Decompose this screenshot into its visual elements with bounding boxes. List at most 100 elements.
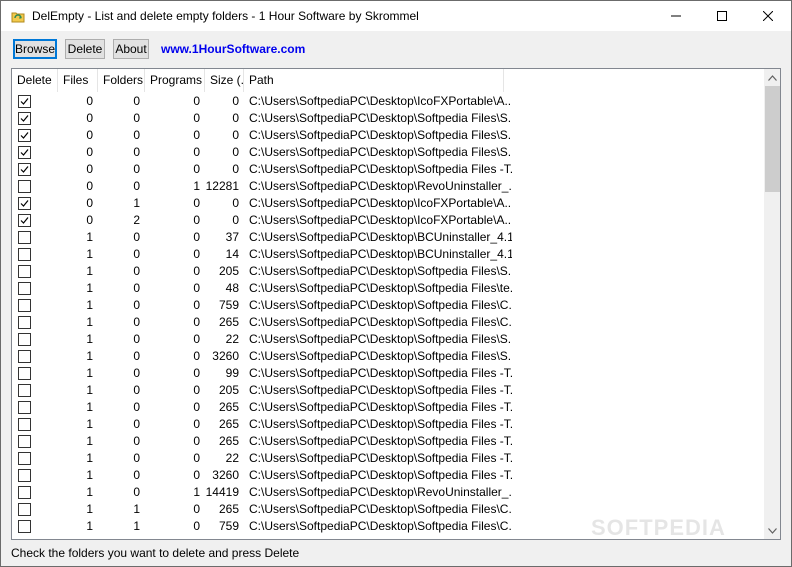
table-row[interactable]: 0 0 1 12281 C:\Users\SoftpediaPC\Desktop\Rev… xyxy=(12,178,764,195)
table-row[interactable]: 0 0 0 0 C:\Users\SoftpediaPC\Desktop\Softped… xyxy=(12,161,764,178)
delete-checkbox[interactable] xyxy=(18,520,31,533)
delete-checkbox[interactable] xyxy=(18,112,31,125)
column-header-folders[interactable]: Folders xyxy=(98,69,145,92)
cell-folders: 0 xyxy=(133,383,140,397)
table-row[interactable]: 1 0 0 265 C:\Users\SoftpediaPC\Desktop\Softp… xyxy=(12,416,764,433)
table-row[interactable]: 1 0 1 14419 C:\Users\SoftpediaPC\Desktop\Rev… xyxy=(12,484,764,501)
table-row[interactable]: 1 0 0 22 C:\Users\SoftpediaPC\Desktop\Softpe… xyxy=(12,331,764,348)
checkmark-icon xyxy=(20,166,29,173)
cell-size: 48 xyxy=(225,281,239,295)
table-row[interactable]: 1 0 0 205 C:\Users\SoftpediaPC\Desktop\Softp… xyxy=(12,382,764,399)
delete-checkbox[interactable] xyxy=(18,333,31,346)
delete-checkbox[interactable] xyxy=(18,384,31,397)
cell-path: C:\Users\SoftpediaPC\Desktop\Softpedia F… xyxy=(249,332,512,346)
about-button[interactable]: About xyxy=(113,39,149,59)
table-row[interactable]: 0 1 0 0 C:\Users\SoftpediaPC\Desktop\IcoFXPo… xyxy=(12,195,764,212)
cell-programs: 0 xyxy=(193,94,200,108)
table-row[interactable]: 1 0 0 22 C:\Users\SoftpediaPC\Desktop\Softpe… xyxy=(12,450,764,467)
minimize-button[interactable] xyxy=(653,1,699,31)
cell-path: C:\Users\SoftpediaPC\Desktop\IcoFXPortab… xyxy=(249,94,512,108)
delete-checkbox[interactable] xyxy=(18,435,31,448)
cell-size: 265 xyxy=(218,400,239,414)
table-row[interactable]: 1 0 0 265 C:\Users\SoftpediaPC\Desktop\Softp… xyxy=(12,433,764,450)
delete-checkbox[interactable] xyxy=(18,299,31,312)
cell-size: 205 xyxy=(218,383,239,397)
cell-files: 1 xyxy=(86,400,93,414)
delete-checkbox[interactable] xyxy=(18,350,31,363)
column-header-files[interactable]: Files xyxy=(58,69,98,92)
delete-checkbox[interactable] xyxy=(18,401,31,414)
column-header-programs[interactable]: Programs xyxy=(145,69,205,92)
cell-path: C:\Users\SoftpediaPC\Desktop\Softpedia F… xyxy=(249,502,512,516)
table-row[interactable]: 1 0 0 3260 C:\Users\SoftpediaPC\Desktop\Soft… xyxy=(12,467,764,484)
delete-checkbox[interactable] xyxy=(18,146,31,159)
website-link[interactable]: www.1HourSoftware.com xyxy=(161,42,305,56)
table-row[interactable]: 1 0 0 265 C:\Users\SoftpediaPC\Desktop\Softp… xyxy=(12,399,764,416)
table-row[interactable]: 1 0 0 48 C:\Users\SoftpediaPC\Desktop\Softpe… xyxy=(12,280,764,297)
table-row[interactable]: 1 0 0 265 C:\Users\SoftpediaPC\Desktop\Softp… xyxy=(12,314,764,331)
cell-size: 0 xyxy=(232,196,239,210)
cell-size: 37 xyxy=(225,230,239,244)
delete-checkbox[interactable] xyxy=(18,282,31,295)
checkmark-icon xyxy=(20,149,29,156)
delete-checkbox[interactable] xyxy=(18,95,31,108)
cell-folders: 0 xyxy=(133,417,140,431)
cell-programs: 0 xyxy=(193,349,200,363)
delete-checkbox[interactable] xyxy=(18,180,31,193)
table-row[interactable]: 0 0 0 0 C:\Users\SoftpediaPC\Desktop\Softped… xyxy=(12,144,764,161)
cell-folders: 0 xyxy=(133,298,140,312)
cell-files: 1 xyxy=(86,349,93,363)
cell-files: 1 xyxy=(86,434,93,448)
delete-checkbox[interactable] xyxy=(18,452,31,465)
close-button[interactable] xyxy=(745,1,791,31)
close-icon xyxy=(763,11,773,21)
delete-checkbox[interactable] xyxy=(18,486,31,499)
column-header-delete[interactable]: Delete xyxy=(12,69,58,92)
cell-folders: 0 xyxy=(133,128,140,142)
delete-checkbox[interactable] xyxy=(18,163,31,176)
table-row[interactable]: 0 2 0 0 C:\Users\SoftpediaPC\Desktop\IcoFXPo… xyxy=(12,212,764,229)
delete-checkbox[interactable] xyxy=(18,129,31,142)
delete-checkbox[interactable] xyxy=(18,265,31,278)
table-row[interactable]: 1 0 0 37 C:\Users\SoftpediaPC\Desktop\BCUnin… xyxy=(12,229,764,246)
table-row[interactable]: 1 0 0 99 C:\Users\SoftpediaPC\Desktop\Softpe… xyxy=(12,365,764,382)
delete-checkbox[interactable] xyxy=(18,469,31,482)
cell-files: 0 xyxy=(86,128,93,142)
scroll-up-button[interactable] xyxy=(764,69,780,86)
delete-checkbox[interactable] xyxy=(18,231,31,244)
scrollbar-thumb[interactable] xyxy=(765,86,780,192)
vertical-scrollbar[interactable] xyxy=(764,69,780,539)
cell-path: C:\Users\SoftpediaPC\Desktop\Softpedia F… xyxy=(249,128,512,142)
cell-size: 0 xyxy=(232,213,239,227)
cell-programs: 0 xyxy=(193,417,200,431)
cell-folders: 0 xyxy=(133,264,140,278)
table-row[interactable]: 0 0 0 0 C:\Users\SoftpediaPC\Desktop\Softped… xyxy=(12,127,764,144)
scroll-down-button[interactable] xyxy=(764,522,780,539)
table-row[interactable]: 0 0 0 0 C:\Users\SoftpediaPC\Desktop\IcoFXPo… xyxy=(12,93,764,110)
delete-checkbox[interactable] xyxy=(18,248,31,261)
cell-path: C:\Users\SoftpediaPC\Desktop\IcoFXPortab… xyxy=(249,196,512,210)
cell-size: 265 xyxy=(218,434,239,448)
maximize-button[interactable] xyxy=(699,1,745,31)
delete-checkbox[interactable] xyxy=(18,316,31,329)
cell-files: 1 xyxy=(86,417,93,431)
cell-programs: 0 xyxy=(193,247,200,261)
browse-button[interactable]: Browse xyxy=(13,39,57,59)
table-row[interactable]: 1 0 0 14 C:\Users\SoftpediaPC\Desktop\BCUnin… xyxy=(12,246,764,263)
delete-checkbox[interactable] xyxy=(18,197,31,210)
folder-list[interactable]: Delete Files Folders Programs Size (... … xyxy=(11,68,781,540)
delete-button[interactable]: Delete xyxy=(65,39,105,59)
table-row[interactable]: 0 0 0 0 C:\Users\SoftpediaPC\Desktop\Softped… xyxy=(12,110,764,127)
delete-checkbox[interactable] xyxy=(18,418,31,431)
delete-checkbox[interactable] xyxy=(18,367,31,380)
table-row[interactable]: 1 0 0 205 C:\Users\SoftpediaPC\Desktop\Softp… xyxy=(12,263,764,280)
table-row[interactable]: 1 0 0 759 C:\Users\SoftpediaPC\Desktop\Softp… xyxy=(12,297,764,314)
delete-checkbox[interactable] xyxy=(18,503,31,516)
cell-size: 265 xyxy=(218,417,239,431)
column-header-path[interactable]: Path xyxy=(244,69,504,92)
table-row[interactable]: 1 0 0 3260 C:\Users\SoftpediaPC\Desktop\Soft… xyxy=(12,348,764,365)
delete-checkbox[interactable] xyxy=(18,214,31,227)
cell-path: C:\Users\SoftpediaPC\Desktop\Softpedia F… xyxy=(249,400,512,414)
title-bar[interactable]: DelEmpty - List and delete empty folders… xyxy=(1,1,791,31)
column-header-size[interactable]: Size (... xyxy=(205,69,244,92)
